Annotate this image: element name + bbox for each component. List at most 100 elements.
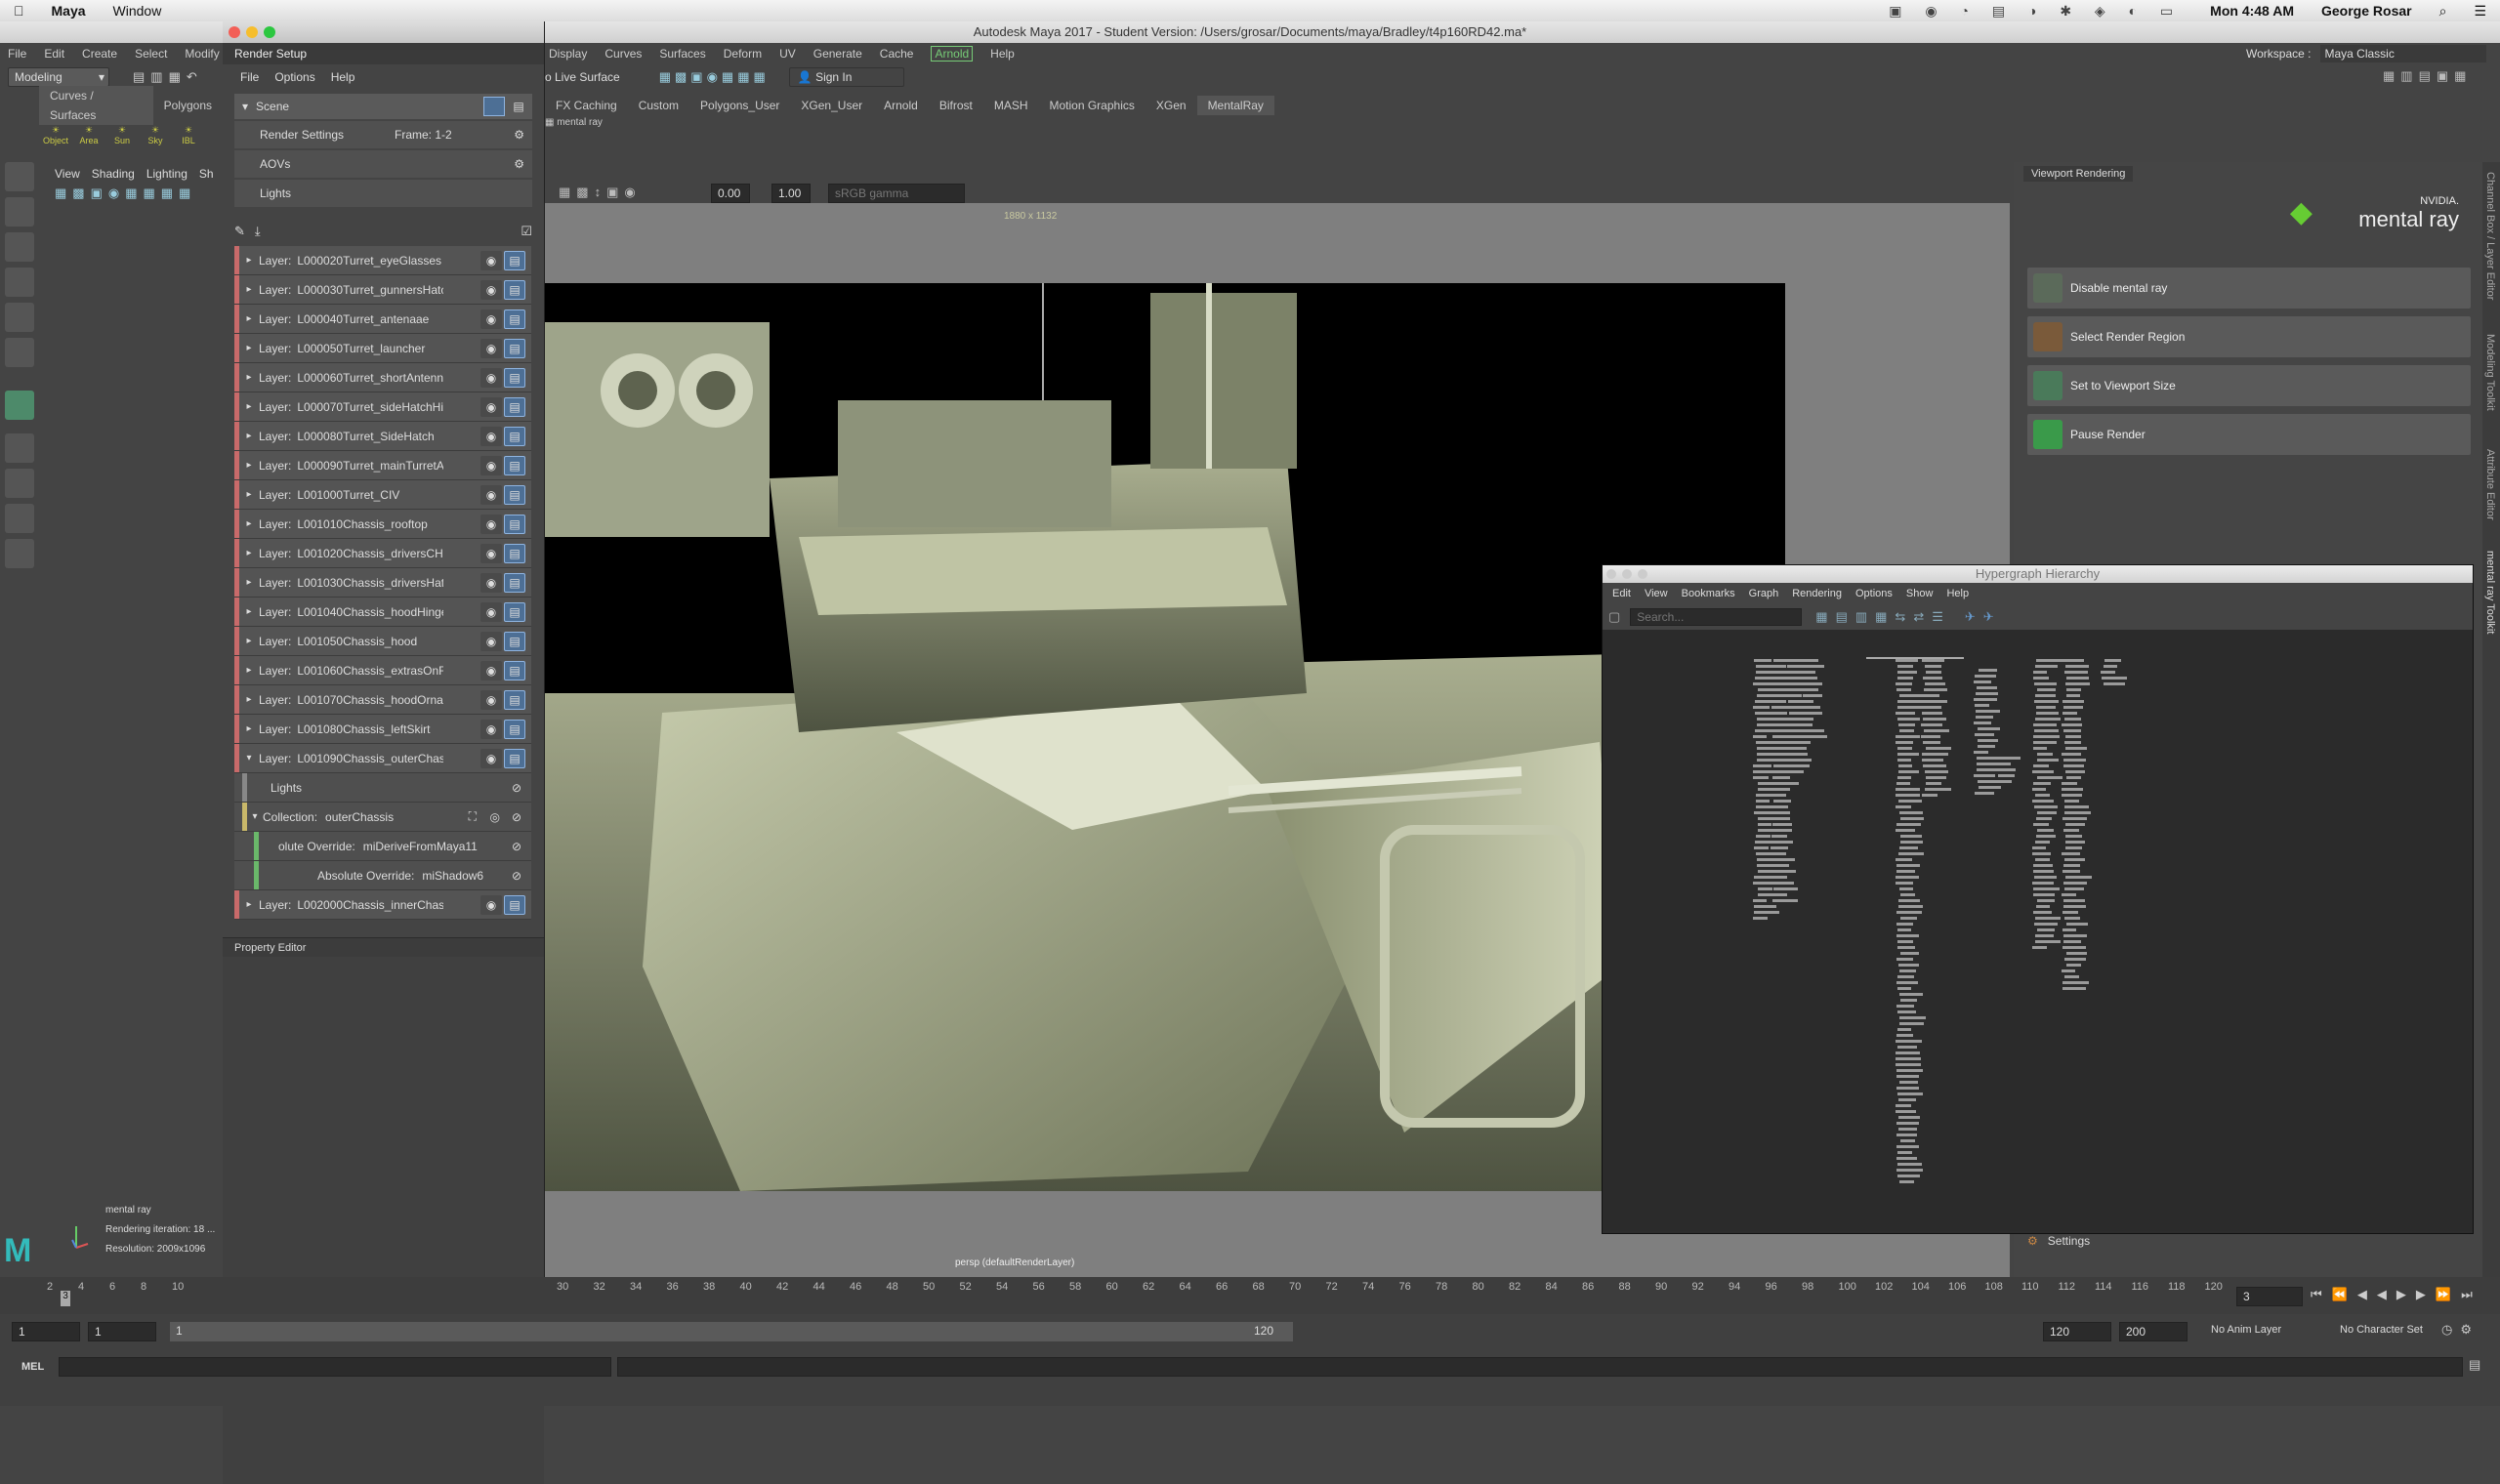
start-frame-field[interactable]: 1 bbox=[12, 1322, 80, 1341]
hypergraph-node[interactable] bbox=[2034, 682, 2057, 685]
hypergraph-node[interactable] bbox=[1798, 688, 1818, 691]
render-layer-visibility-icon[interactable]: ▤ bbox=[504, 632, 525, 651]
layer-row[interactable]: ▸ Layer: L000070Turret_sideHatchHi ◉ ▤ bbox=[234, 392, 531, 422]
mel-label[interactable]: MEL bbox=[21, 1361, 44, 1373]
hypergraph-node[interactable] bbox=[2066, 952, 2087, 955]
hypergraph-node[interactable] bbox=[1802, 712, 1822, 715]
ibl-light-icon[interactable]: ☀ IBL bbox=[172, 125, 205, 145]
character-set-dropdown[interactable]: No Character Set bbox=[2340, 1324, 2423, 1336]
hypergraph-node[interactable] bbox=[1897, 975, 1914, 978]
hypergraph-node[interactable] bbox=[1771, 794, 1786, 797]
hypergraph-node[interactable] bbox=[1798, 723, 1812, 726]
hypergraph-node[interactable] bbox=[1896, 712, 1915, 715]
hypergraph-node[interactable] bbox=[1899, 694, 1925, 697]
zoom-icon[interactable] bbox=[264, 26, 275, 38]
hypergraph-node[interactable] bbox=[1772, 899, 1798, 902]
layer-row[interactable]: ▸ Layer: L001000Turret_CIV ◉ ▤ bbox=[234, 480, 531, 510]
hg-menu-rendering[interactable]: Rendering bbox=[1792, 588, 1842, 599]
hypergraph-node[interactable] bbox=[1897, 1028, 1911, 1031]
hypergraph-node[interactable] bbox=[1899, 1081, 1918, 1084]
hypergraph-node[interactable] bbox=[2066, 694, 2080, 697]
hypergraph-node[interactable] bbox=[1898, 852, 1924, 855]
hypergraph-node[interactable] bbox=[2064, 811, 2091, 814]
hypergraph-node[interactable] bbox=[1896, 688, 1911, 691]
hypergraph-node[interactable] bbox=[1753, 776, 1769, 779]
hypergraph-node[interactable] bbox=[1979, 669, 1997, 672]
gear-icon[interactable]: ⚙ bbox=[514, 128, 524, 142]
hypergraph-node[interactable] bbox=[2062, 794, 2082, 797]
disable-icon[interactable]: ⊘ bbox=[512, 869, 521, 883]
hypergraph-node[interactable] bbox=[1800, 718, 1813, 721]
hypergraph-node[interactable] bbox=[1754, 905, 1776, 908]
hypergraph-node[interactable] bbox=[1922, 794, 1938, 797]
hypergraph-node[interactable] bbox=[1896, 1075, 1919, 1078]
hypergraph-node[interactable] bbox=[2036, 659, 2062, 662]
hypergraph-node[interactable] bbox=[2033, 723, 2057, 726]
hypergraph-node[interactable] bbox=[1897, 700, 1923, 703]
hypergraph-node[interactable] bbox=[1801, 677, 1817, 680]
hypergraph-node[interactable] bbox=[2062, 981, 2089, 984]
hypergraph-node[interactable] bbox=[1900, 817, 1924, 820]
hypergraph-node[interactable] bbox=[2104, 659, 2121, 662]
hypergraph-node[interactable] bbox=[1755, 700, 1772, 703]
hypergraph-node[interactable] bbox=[1769, 811, 1790, 814]
hypergraph-node[interactable] bbox=[2064, 671, 2088, 674]
hypergraph-node[interactable] bbox=[1922, 659, 1944, 662]
hypergraph-node[interactable] bbox=[1974, 751, 1988, 754]
expand-icon[interactable]: ▸ bbox=[239, 313, 259, 324]
hypergraph-node[interactable] bbox=[1896, 876, 1919, 879]
hypergraph-node[interactable] bbox=[2032, 770, 2054, 773]
hypergraph-node[interactable] bbox=[2036, 817, 2052, 820]
hypergraph-node[interactable] bbox=[1784, 770, 1804, 773]
hypergraph-node[interactable] bbox=[1896, 794, 1920, 797]
tab-mash[interactable]: MASH bbox=[983, 96, 1039, 115]
panel-toolbar-icons[interactable]: ▦▩▣◉▦▦▦▦ bbox=[55, 186, 223, 201]
hypergraph-node[interactable] bbox=[2062, 870, 2080, 873]
hypergraph-node[interactable] bbox=[1772, 782, 1799, 785]
hypergraph-node[interactable] bbox=[2064, 805, 2089, 808]
hypergraph-node[interactable] bbox=[2035, 794, 2050, 797]
hypergraph-node[interactable] bbox=[1898, 1128, 1917, 1131]
render-layer-visibility-icon[interactable]: ▤ bbox=[504, 485, 525, 505]
layout-icons[interactable]: ▦▥▤▣▦ bbox=[2383, 68, 2500, 88]
hypergraph-node[interactable] bbox=[1900, 1139, 1915, 1142]
hypergraph-node[interactable] bbox=[2063, 729, 2081, 732]
window-controls[interactable] bbox=[1606, 565, 1653, 584]
hypergraph-node[interactable] bbox=[2066, 776, 2081, 779]
hypergraph-node[interactable] bbox=[1899, 887, 1913, 890]
eye-icon[interactable]: ◉ bbox=[480, 661, 502, 680]
scene-visibility-icon[interactable] bbox=[483, 97, 505, 116]
menu-select[interactable]: Select bbox=[135, 47, 167, 61]
hypergraph-bookmark-icons[interactable]: ✈✈ bbox=[1965, 609, 2002, 625]
hypergraph-node[interactable] bbox=[2064, 718, 2081, 721]
hypergraph-node[interactable] bbox=[2033, 864, 2053, 867]
eye-icon[interactable]: ◉ bbox=[480, 895, 502, 915]
hypergraph-node[interactable] bbox=[2063, 864, 2080, 867]
hypergraph-node[interactable] bbox=[1897, 776, 1911, 779]
isolate-icon[interactable]: ◎ bbox=[490, 810, 500, 824]
expand-icon[interactable]: ▸ bbox=[239, 489, 259, 500]
render-layer-visibility-icon[interactable]: ▤ bbox=[504, 397, 525, 417]
panel-menu-show[interactable]: Sh bbox=[199, 167, 214, 181]
tab-motion-graphics[interactable]: Motion Graphics bbox=[1039, 96, 1146, 115]
hypergraph-node[interactable] bbox=[1753, 882, 1775, 885]
hg-menu-show[interactable]: Show bbox=[1906, 588, 1934, 599]
hypergraph-node[interactable] bbox=[1896, 1069, 1923, 1072]
menu-help[interactable]: Help bbox=[990, 47, 1015, 61]
expand-icon[interactable]: ▸ bbox=[239, 723, 259, 734]
hypergraph-node[interactable] bbox=[1897, 1010, 1916, 1013]
hypergraph-node[interactable] bbox=[1753, 682, 1773, 685]
menu-display[interactable]: Display bbox=[549, 47, 587, 61]
hypergraph-node[interactable] bbox=[2062, 817, 2087, 820]
hypergraph-node[interactable] bbox=[1896, 659, 1918, 662]
select-icon[interactable]: ▢ bbox=[1608, 609, 1620, 625]
tab-xgen-user[interactable]: XGen_User bbox=[790, 96, 873, 115]
hypergraph-node[interactable] bbox=[1896, 923, 1913, 926]
tab-attribute-editor[interactable]: Attribute Editor bbox=[2484, 449, 2496, 520]
hg-menu-options[interactable]: Options bbox=[1855, 588, 1893, 599]
hypergraph-node[interactable] bbox=[1773, 712, 1787, 715]
hypergraph-node[interactable] bbox=[1978, 727, 2000, 730]
four-view-icon[interactable] bbox=[5, 469, 34, 498]
hypergraph-node[interactable] bbox=[2033, 887, 2060, 890]
hypergraph-node[interactable] bbox=[1897, 946, 1915, 949]
